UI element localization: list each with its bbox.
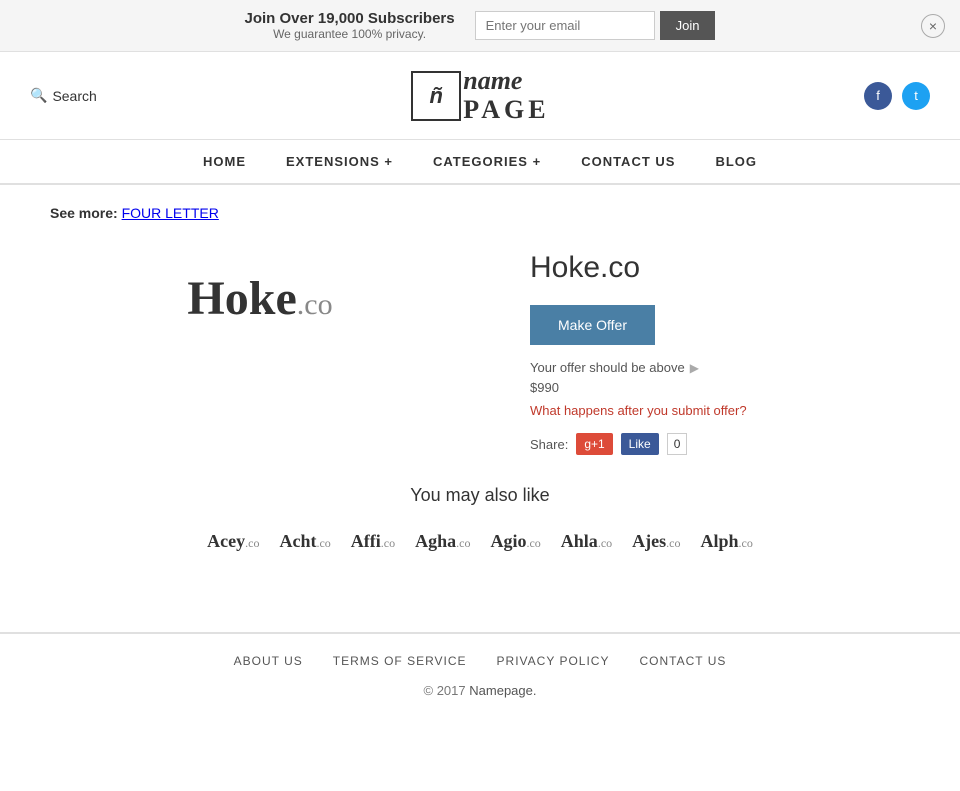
banner-close-button[interactable]: ×	[921, 14, 945, 38]
similar-domain-tld: .co	[526, 536, 540, 550]
fb-count: 0	[667, 433, 688, 455]
similar-domain-name: Agio	[490, 531, 526, 551]
similar-domain-name: Affi	[351, 531, 381, 551]
domain-info: Hoke.co Make Offer Your offer should be …	[530, 241, 930, 455]
nav-home[interactable]: HOME	[203, 154, 246, 169]
footer: ABOUT US TERMS OF SERVICE PRIVACY POLICY…	[0, 632, 960, 718]
similar-section: You may also like Acey.coAcht.coAffi.coA…	[30, 485, 930, 552]
similar-domain-item[interactable]: Ahla.co	[561, 531, 612, 552]
similar-domain-name: Ahla	[561, 531, 598, 551]
offer-above-text: Your offer should be above ▶	[530, 360, 930, 375]
similar-domain-name: Agha	[415, 531, 456, 551]
top-banner: Join Over 19,000 Subscribers We guarante…	[0, 0, 960, 52]
logo-name: name	[463, 67, 549, 96]
similar-domain-item[interactable]: Alph.co	[700, 531, 752, 552]
social-links: f t	[864, 82, 930, 110]
similar-domain-item[interactable]: Acht.co	[279, 531, 330, 552]
similar-domains-list: Acey.coAcht.coAffi.coAgha.coAgio.coAhla.…	[30, 531, 930, 552]
make-offer-button[interactable]: Make Offer	[530, 305, 655, 345]
logo[interactable]: ñ name PAGE	[411, 67, 549, 124]
similar-domain-item[interactable]: Agha.co	[415, 531, 470, 552]
gplus-button[interactable]: g+1	[576, 433, 612, 455]
logo-text: name PAGE	[463, 67, 549, 124]
logo-icon: ñ	[411, 71, 461, 121]
search-button[interactable]: 🔍 Search	[30, 87, 97, 104]
similar-domain-tld: .co	[739, 536, 753, 550]
domain-title: Hoke.co	[530, 251, 930, 285]
copyright-brand[interactable]: Namepage.	[469, 683, 536, 698]
footer-about[interactable]: ABOUT US	[234, 654, 303, 668]
domain-logo-area: Hoke.co	[30, 241, 490, 356]
footer-privacy[interactable]: PRIVACY POLICY	[497, 654, 610, 668]
similar-heading: You may also like	[30, 485, 930, 506]
email-input[interactable]	[475, 11, 655, 40]
domain-logo-tld: .co	[297, 288, 333, 321]
nav-extensions[interactable]: EXTENSIONS +	[286, 154, 393, 169]
banner-main-text: Join Over 19,000 Subscribers	[245, 10, 455, 27]
banner-text: Join Over 19,000 Subscribers We guarante…	[245, 10, 455, 41]
offer-price: $990	[530, 380, 930, 395]
domain-logo: Hoke.co	[187, 271, 332, 326]
similar-domain-item[interactable]: Acey.co	[207, 531, 259, 552]
see-more-link[interactable]: FOUR LETTER	[122, 205, 219, 221]
domain-detail: Hoke.co Hoke.co Make Offer Your offer sh…	[30, 241, 930, 455]
similar-domain-tld: .co	[316, 536, 330, 550]
footer-terms[interactable]: TERMS OF SERVICE	[333, 654, 467, 668]
join-button[interactable]: Join	[660, 11, 716, 40]
arrow-icon: ▶	[690, 361, 699, 375]
footer-copyright: © 2017 Namepage.	[30, 683, 930, 698]
search-label: Search	[52, 88, 96, 104]
footer-contact[interactable]: CONTACT US	[639, 654, 726, 668]
twitter-link[interactable]: t	[902, 82, 930, 110]
similar-domain-tld: .co	[381, 536, 395, 550]
logo-link[interactable]: ñ name PAGE	[411, 67, 549, 124]
domain-logo-name: Hoke	[187, 272, 296, 325]
search-icon: 🔍	[30, 87, 47, 104]
header: 🔍 Search ñ name PAGE f t	[0, 52, 960, 140]
fb-like-label: Like	[629, 437, 651, 451]
similar-domain-name: Acey	[207, 531, 245, 551]
share-label: Share:	[530, 437, 568, 452]
similar-domain-tld: .co	[245, 536, 259, 550]
logo-page: PAGE	[463, 96, 549, 125]
main-content: See more: FOUR LETTER Hoke.co Hoke.co Ma…	[0, 185, 960, 592]
similar-domain-name: Alph	[700, 531, 738, 551]
footer-links: ABOUT US TERMS OF SERVICE PRIVACY POLICY…	[30, 654, 930, 668]
similar-domain-item[interactable]: Affi.co	[351, 531, 395, 552]
see-more: See more: FOUR LETTER	[30, 205, 930, 221]
similar-domain-tld: .co	[456, 536, 470, 550]
share-row: Share: g+1 Like 0	[530, 433, 930, 455]
similar-domain-name: Ajes	[632, 531, 666, 551]
fb-like-button[interactable]: Like	[621, 433, 659, 455]
see-more-prefix: See more:	[50, 205, 118, 221]
similar-domain-tld: .co	[598, 536, 612, 550]
copyright-prefix: © 2017	[424, 683, 466, 698]
similar-domain-tld: .co	[666, 536, 680, 550]
similar-domain-item[interactable]: Agio.co	[490, 531, 540, 552]
facebook-link[interactable]: f	[864, 82, 892, 110]
nav-categories[interactable]: CATEGORIES +	[433, 154, 541, 169]
similar-domain-item[interactable]: Ajes.co	[632, 531, 680, 552]
similar-domain-name: Acht	[279, 531, 316, 551]
nav-contact[interactable]: CONTACT US	[581, 154, 675, 169]
offer-question-link[interactable]: What happens after you submit offer?	[530, 403, 930, 418]
banner-sub-text: We guarantee 100% privacy.	[245, 27, 455, 41]
banner-form: Join	[475, 11, 716, 40]
nav-blog[interactable]: BLOG	[715, 154, 757, 169]
navigation: HOME EXTENSIONS + CATEGORIES + CONTACT U…	[0, 140, 960, 185]
